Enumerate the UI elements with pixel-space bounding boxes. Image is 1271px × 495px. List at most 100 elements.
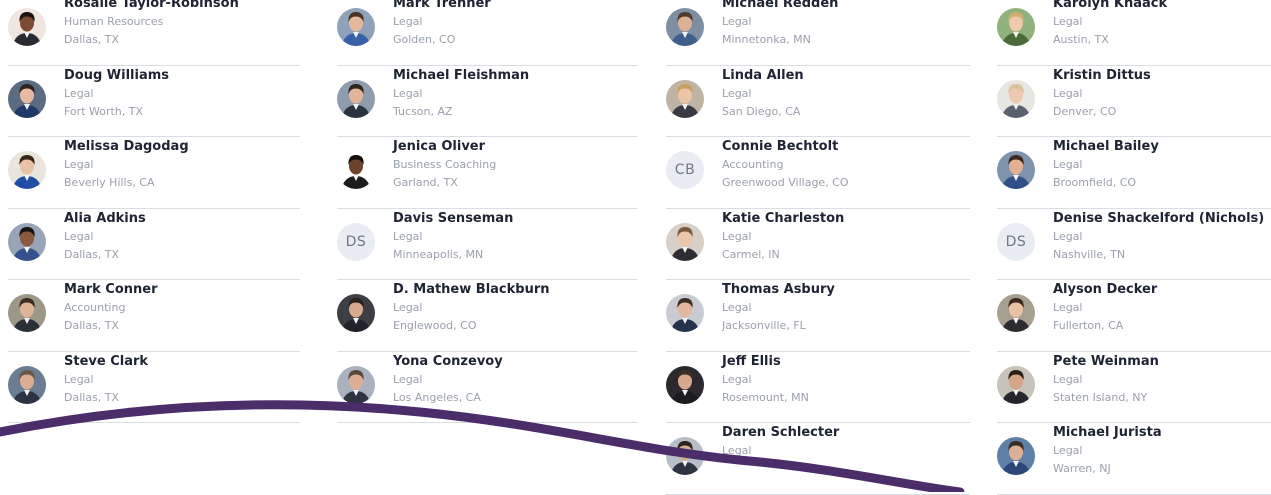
person-card[interactable]: Michael Bailey Legal Broomfield, CO <box>997 137 1271 209</box>
person-info: Linda Allen Legal San Diego, CA <box>722 67 966 121</box>
person-location: Warren, NJ <box>1053 462 1111 475</box>
directory-column-2: Mark Trenner Legal Golden, CO Michael Fleis… <box>337 0 637 423</box>
avatar <box>8 294 46 332</box>
avatar <box>8 222 46 261</box>
person-department: Legal <box>722 229 752 243</box>
person-department: Accounting <box>722 158 784 171</box>
person-department: Legal <box>722 444 752 457</box>
person-location: Dallas, TX <box>64 319 120 332</box>
person-info: Yona Conzevoy Legal Los Angeles, CA <box>393 353 633 407</box>
person-info: Doug Williams Legal Fort Worth, TX <box>64 67 296 121</box>
avatar <box>8 79 46 118</box>
person-location: Rosemount, MN <box>722 390 809 404</box>
avatar <box>666 294 704 332</box>
person-name: Pete Weinman <box>1053 353 1159 369</box>
person-location: San Diego, CA <box>722 104 801 118</box>
person-name: Melissa Dagodag <box>64 139 189 154</box>
person-card[interactable]: Michael Fleishman Legal Tucson, AZ <box>337 66 637 137</box>
person-info: Denise Shackelford (Nichols) Legal Nashvil… <box>1053 210 1267 264</box>
avatar-initials: DS <box>997 222 1035 261</box>
person-name: Michael Bailey <box>1053 139 1159 154</box>
person-card[interactable]: Daren Schlecter Legal <box>666 423 970 495</box>
person-info: Karolyn Knaack Legal Austin, TX <box>1053 0 1267 49</box>
person-card[interactable]: Jenica Oliver Business Coaching Garland, T… <box>337 137 637 209</box>
person-name: Davis Senseman <box>393 210 514 226</box>
person-card[interactable]: Doug Williams Legal Fort Worth, TX <box>8 66 300 137</box>
person-name: Michael Jurista <box>1053 425 1162 440</box>
person-department: Legal <box>393 301 423 314</box>
person-card[interactable]: Melissa Dagodag Legal Beverly Hills, CA <box>8 137 300 209</box>
person-department: Legal <box>64 158 94 171</box>
avatar <box>997 79 1035 118</box>
person-location: Greenwood Village, CO <box>722 176 849 189</box>
person-card[interactable]: Jeff Ellis Legal Rosemount, MN <box>666 352 970 423</box>
person-info: Davis Senseman Legal Minneapolis, MN <box>393 210 633 264</box>
person-card[interactable]: Mark Conner Accounting Dallas, TX <box>8 280 300 352</box>
person-department: Legal <box>393 15 423 28</box>
person-location: Dallas, TX <box>64 247 120 261</box>
person-info: Michael Jurista Legal Warren, NJ <box>1053 424 1267 478</box>
person-card[interactable]: DS Denise Shackelford (Nichols) Legal Nashv… <box>997 209 1271 280</box>
person-info: Mark Trenner Legal Golden, CO <box>393 0 633 49</box>
person-location: Englewood, CO <box>393 319 477 332</box>
person-info: Steve Clark Legal Dallas, TX <box>64 353 296 407</box>
person-department: Legal <box>1053 444 1083 457</box>
person-location: Minneapolis, MN <box>393 247 484 261</box>
avatar <box>997 8 1035 46</box>
person-card[interactable]: CB Connie Bechtolt Accounting Greenwood Vil… <box>666 137 970 209</box>
person-name: Yona Conzevoy <box>393 353 503 369</box>
person-name: Mark Trenner <box>393 0 491 11</box>
person-card[interactable]: D. Mathew Blackburn Legal Englewood, CO <box>337 280 637 352</box>
person-name: Jenica Oliver <box>393 139 486 154</box>
person-department: Legal <box>64 86 94 100</box>
person-department: Legal <box>1053 301 1083 314</box>
avatar <box>997 437 1035 475</box>
person-card[interactable]: Rosalie Taylor-Robinson Human Resources Da… <box>8 0 300 66</box>
person-info: Mark Conner Accounting Dallas, TX <box>64 281 296 335</box>
person-department: Legal <box>722 86 752 100</box>
person-location: Beverly Hills, CA <box>64 176 155 189</box>
avatar <box>337 365 375 404</box>
person-name: Thomas Asbury <box>722 282 835 297</box>
person-card[interactable]: Linda Allen Legal San Diego, CA <box>666 66 970 137</box>
person-department: Legal <box>1053 86 1083 100</box>
person-info: D. Mathew Blackburn Legal Englewood, CO <box>393 281 633 335</box>
person-info: Alyson Decker Legal Fullerton, CA <box>1053 281 1267 335</box>
person-card[interactable]: Michael Redden Legal Minnetonka, MN <box>666 0 970 66</box>
avatar <box>666 8 704 46</box>
person-department: Accounting <box>64 301 126 314</box>
person-card[interactable]: Steve Clark Legal Dallas, TX <box>8 352 300 423</box>
person-card[interactable]: DS Davis Senseman Legal Minneapolis, MN <box>337 209 637 280</box>
person-name: Kristin Dittus <box>1053 67 1151 83</box>
person-name: Connie Bechtolt <box>722 139 839 154</box>
person-location: Garland, TX <box>393 176 458 189</box>
person-card[interactable]: Thomas Asbury Legal Jacksonville, FL <box>666 280 970 352</box>
person-location: Tucson, AZ <box>393 104 453 118</box>
avatar <box>997 365 1035 404</box>
person-card[interactable]: Alia Adkins Legal Dallas, TX <box>8 209 300 280</box>
person-location: Golden, CO <box>393 33 456 46</box>
person-name: Mark Conner <box>64 282 158 297</box>
person-department: Legal <box>722 372 752 386</box>
person-location: Broomfield, CO <box>1053 176 1137 189</box>
person-name: Jeff Ellis <box>722 353 781 369</box>
person-card[interactable]: Yona Conzevoy Legal Los Angeles, CA <box>337 352 637 423</box>
person-info: Michael Fleishman Legal Tucson, AZ <box>393 67 633 121</box>
person-location: Dallas, TX <box>64 33 120 46</box>
person-department: Legal <box>64 229 94 243</box>
person-card[interactable]: Kristin Dittus Legal Denver, CO <box>997 66 1271 137</box>
person-card[interactable]: Mark Trenner Legal Golden, CO <box>337 0 637 66</box>
person-name: Alia Adkins <box>64 210 146 226</box>
avatar <box>337 8 375 46</box>
person-department: Legal <box>722 15 752 28</box>
person-name: Daren Schlecter <box>722 425 840 440</box>
person-department: Business Coaching <box>393 158 497 171</box>
person-card[interactable]: Katie Charleston Legal Carmel, IN <box>666 209 970 280</box>
person-location: Jacksonville, FL <box>722 319 806 332</box>
person-name: Karolyn Knaack <box>1053 0 1168 11</box>
person-card[interactable]: Alyson Decker Legal Fullerton, CA <box>997 280 1271 352</box>
person-card[interactable]: Michael Jurista Legal Warren, NJ <box>997 423 1271 495</box>
person-name: Alyson Decker <box>1053 282 1158 297</box>
person-card[interactable]: Pete Weinman Legal Staten Island, NY <box>997 352 1271 423</box>
person-card[interactable]: Karolyn Knaack Legal Austin, TX <box>997 0 1271 66</box>
